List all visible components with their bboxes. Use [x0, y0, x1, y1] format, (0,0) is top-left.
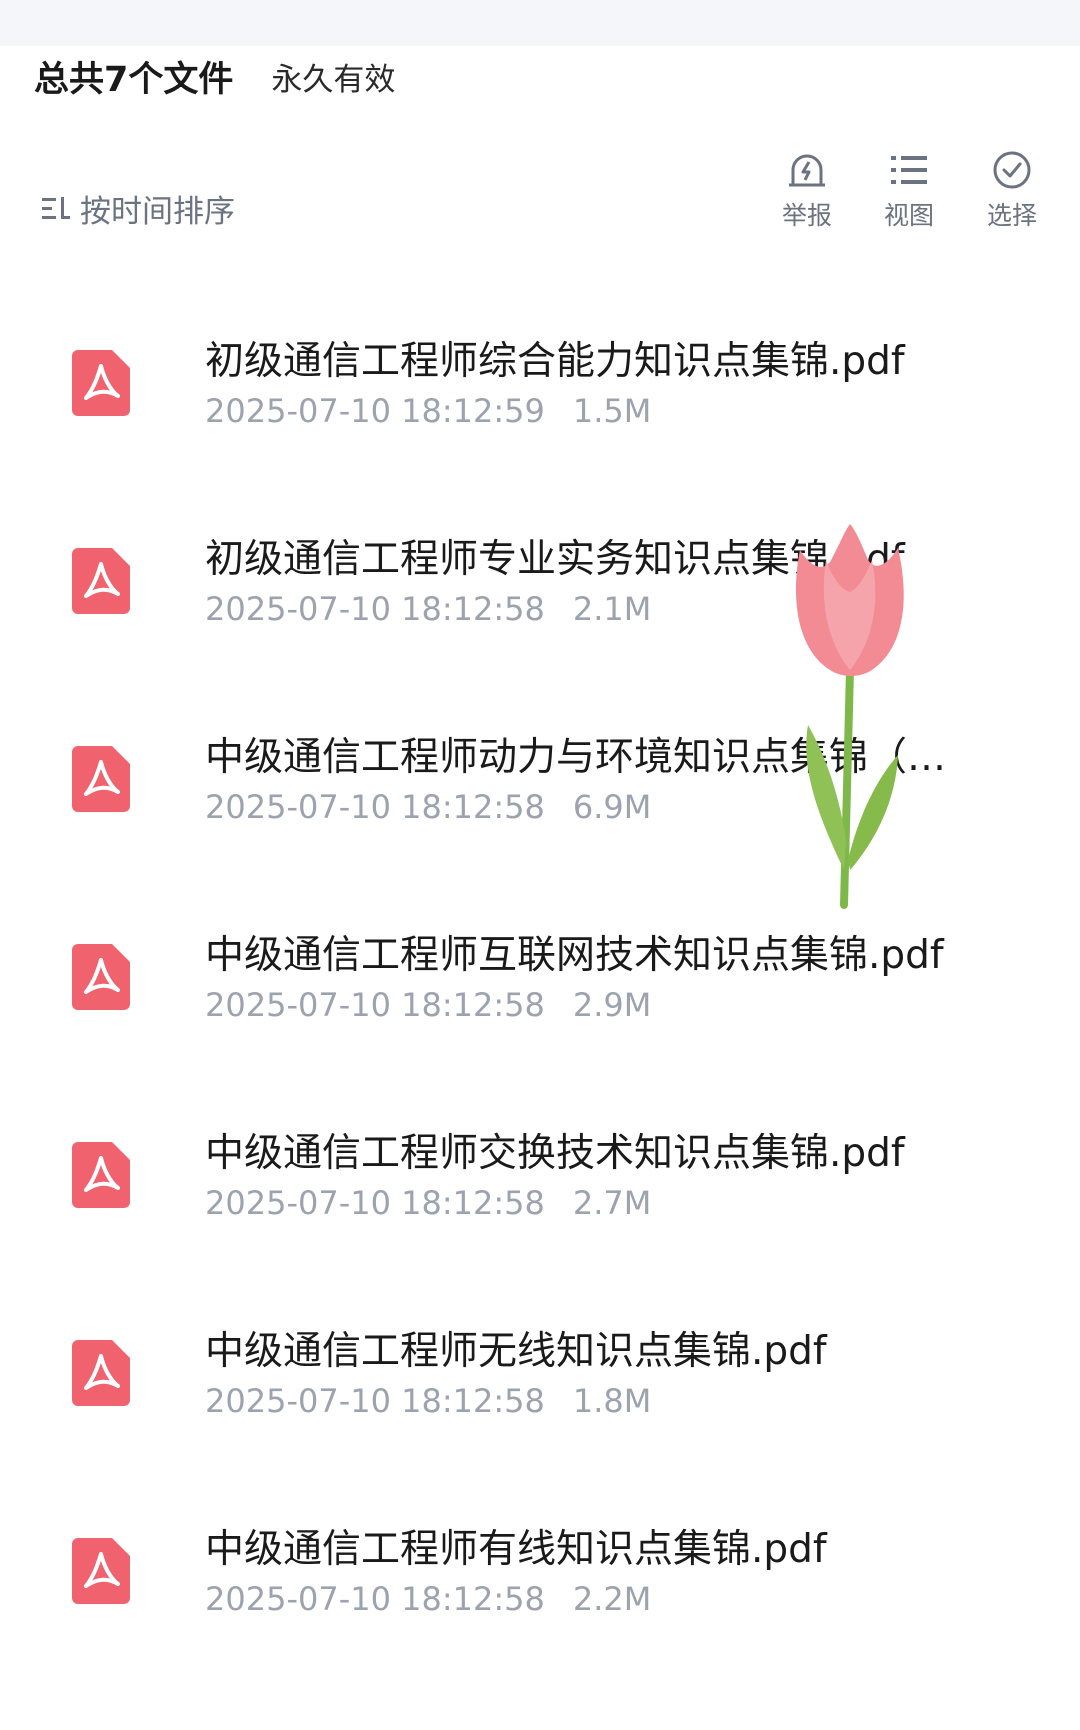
file-name: 中级通信工程师有线知识点集锦.pdf: [205, 1527, 827, 1572]
file-meta: 2025-07-10 18:12:58 2.9M: [205, 986, 651, 1024]
file-size: 2.9M: [572, 986, 652, 1024]
select-label: 选择: [986, 201, 1037, 230]
file-size: 2.1M: [572, 590, 652, 628]
file-time: 2025-07-10 18:12:58: [205, 788, 545, 826]
file-time: 2025-07-10 18:12:58: [205, 1580, 545, 1618]
file-row[interactable]: 中级通信工程师互联网技术知识点集锦.pdf 2025-07-10 18:12:5…: [0, 884, 1080, 1082]
sort-icon: [42, 196, 70, 219]
sort-label: 按时间排序: [80, 194, 235, 230]
view-label: 视图: [883, 201, 934, 230]
file-row[interactable]: 初级通信工程师专业实务知识点集锦.pdf 2025-07-10 18:12:58…: [0, 488, 1080, 686]
file-time: 2025-07-10 18:12:58: [205, 590, 545, 628]
file-time: 2025-07-10 18:12:58: [205, 986, 545, 1024]
validity-text: 永久有效: [271, 61, 396, 98]
file-row[interactable]: 中级通信工程师无线知识点集锦.pdf 2025-07-10 18:12:58 1…: [0, 1280, 1080, 1478]
file-size: 1.8M: [572, 1382, 652, 1420]
file-list: 初级通信工程师综合能力知识点集锦.pdf 2025-07-10 18:12:59…: [0, 290, 1080, 1676]
file-size: 2.7M: [572, 1184, 652, 1222]
top-strip: [0, 0, 1080, 46]
file-row[interactable]: 初级通信工程师综合能力知识点集锦.pdf 2025-07-10 18:12:59…: [0, 290, 1080, 488]
file-time: 2025-07-10 18:12:58: [205, 1184, 545, 1222]
pdf-icon: [72, 1340, 130, 1406]
pdf-icon: [72, 1142, 130, 1208]
file-name: 中级通信工程师无线知识点集锦.pdf: [205, 1329, 827, 1374]
select-button[interactable]: 选择: [967, 150, 1057, 232]
file-meta: 2025-07-10 18:12:59 1.5M: [205, 392, 651, 430]
list-view-icon: [891, 156, 927, 184]
file-row[interactable]: 中级通信工程师交换技术知识点集锦.pdf 2025-07-10 18:12:58…: [0, 1082, 1080, 1280]
file-size: 6.9M: [572, 788, 652, 826]
file-name: 中级通信工程师动力与环境知识点集锦（…: [205, 735, 947, 780]
pdf-icon: [72, 350, 130, 416]
pdf-icon: [72, 548, 130, 614]
pdf-icon: [72, 944, 130, 1010]
file-meta: 2025-07-10 18:12:58 6.9M: [205, 788, 651, 826]
toolbar: 按时间排序 举报 视图 选择: [0, 150, 1080, 240]
file-row[interactable]: 中级通信工程师有线知识点集锦.pdf 2025-07-10 18:12:58 2…: [0, 1478, 1080, 1676]
file-name: 中级通信工程师互联网技术知识点集锦.pdf: [205, 933, 944, 978]
file-row[interactable]: 中级通信工程师动力与环境知识点集锦（… 2025-07-10 18:12:58 …: [0, 686, 1080, 884]
report-icon: [789, 154, 825, 187]
file-count: 总共7个文件: [34, 59, 234, 100]
file-name: 初级通信工程师专业实务知识点集锦.pdf: [205, 537, 905, 582]
report-button[interactable]: 举报: [762, 150, 852, 232]
file-size: 1.5M: [572, 392, 652, 430]
report-label: 举报: [781, 201, 832, 230]
check-circle-icon: [993, 151, 1031, 189]
file-name: 初级通信工程师综合能力知识点集锦.pdf: [205, 339, 905, 384]
file-meta: 2025-07-10 18:12:58 2.1M: [205, 590, 651, 628]
file-time: 2025-07-10 18:12:59: [205, 392, 545, 430]
pdf-icon: [72, 746, 130, 812]
file-meta: 2025-07-10 18:12:58 2.2M: [205, 1580, 651, 1618]
file-meta: 2025-07-10 18:12:58 1.8M: [205, 1382, 651, 1420]
file-summary: 总共7个文件 永久有效: [34, 50, 395, 102]
pdf-icon: [72, 1538, 130, 1604]
file-time: 2025-07-10 18:12:58: [205, 1382, 545, 1420]
view-button[interactable]: 视图: [864, 150, 954, 232]
file-name: 中级通信工程师交换技术知识点集锦.pdf: [205, 1131, 905, 1176]
file-size: 2.2M: [572, 1580, 652, 1618]
file-meta: 2025-07-10 18:12:58 2.7M: [205, 1184, 651, 1222]
sort-by-time-button[interactable]: 按时间排序: [40, 186, 235, 231]
